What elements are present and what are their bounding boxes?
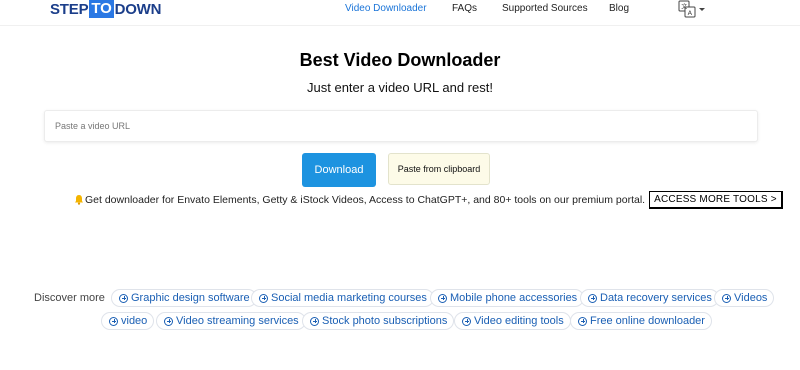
chip-stock-photo-subscriptions[interactable]: Stock photo subscriptions (302, 312, 455, 330)
chip-video[interactable]: video (101, 312, 155, 330)
page-title: Best Video Downloader (299, 50, 501, 70)
download-button[interactable]: Download (302, 153, 376, 187)
url-input-container (44, 110, 758, 142)
chip-label: Graphic design software (131, 292, 250, 304)
chip-videos[interactable]: Videos (714, 289, 775, 307)
page-subtitle: Just enter a video URL and rest! (307, 80, 493, 95)
plus-circle-icon (722, 293, 731, 303)
chip-social-media-marketing-courses[interactable]: Social media marketing courses (251, 289, 434, 307)
chip-label: video (121, 315, 148, 327)
bell-icon (74, 194, 84, 205)
promo-text: Get downloader for Envato Elements, Gett… (85, 194, 646, 206)
language-selector[interactable]: 文 A (678, 0, 706, 18)
chip-label: Free online downloader (590, 315, 705, 327)
chip-label: Stock photo subscriptions (322, 315, 448, 327)
nav-faqs[interactable]: FAQs (452, 2, 477, 16)
svg-text:文: 文 (681, 3, 687, 11)
chip-label: Video editing tools (474, 315, 564, 327)
chip-label: Data recovery services (600, 292, 712, 304)
discover-more-label: Discover more (34, 292, 105, 304)
plus-circle-icon (310, 316, 319, 326)
plus-circle-icon (578, 316, 587, 326)
plus-circle-icon (438, 293, 447, 303)
nav-blog[interactable]: Blog (609, 2, 629, 16)
translate-icon: 文 A (678, 0, 696, 18)
chip-graphic-design-software[interactable]: Graphic design software (111, 289, 257, 307)
plus-circle-icon (588, 293, 597, 303)
chip-video-streaming-services[interactable]: Video streaming services (156, 312, 306, 330)
plus-circle-icon (119, 293, 128, 303)
chip-label: Social media marketing courses (271, 292, 427, 304)
chip-data-recovery-services[interactable]: Data recovery services (580, 289, 719, 307)
plus-circle-icon (462, 316, 471, 326)
plus-circle-icon (164, 316, 173, 326)
svg-text:A: A (688, 9, 693, 17)
chip-mobile-phone-accessories[interactable]: Mobile phone accessories (430, 289, 585, 307)
video-url-input[interactable] (45, 111, 757, 141)
chip-label: Video streaming services (176, 315, 299, 327)
chip-label: Mobile phone accessories (450, 292, 578, 304)
chip-video-editing-tools[interactable]: Video editing tools (454, 312, 571, 330)
chip-label: Videos (734, 292, 768, 304)
chevron-down-icon (699, 7, 705, 11)
chip-free-online-downloader[interactable]: Free online downloader (570, 312, 712, 330)
nav-supported-sources[interactable]: Supported Sources (502, 2, 588, 16)
plus-circle-icon (109, 316, 118, 326)
premium-promo: Get downloader for Envato Elements, Gett… (74, 190, 783, 210)
paste-from-clipboard-button[interactable]: Paste from clipboard (388, 153, 490, 185)
access-more-tools-button[interactable]: ACCESS MORE TOOLS > (649, 191, 783, 209)
plus-circle-icon (259, 293, 268, 303)
site-header: STEP TO DOWN Video Downloader FAQs Suppo… (0, 0, 800, 26)
nav-video-downloader[interactable]: Video Downloader (345, 2, 427, 16)
